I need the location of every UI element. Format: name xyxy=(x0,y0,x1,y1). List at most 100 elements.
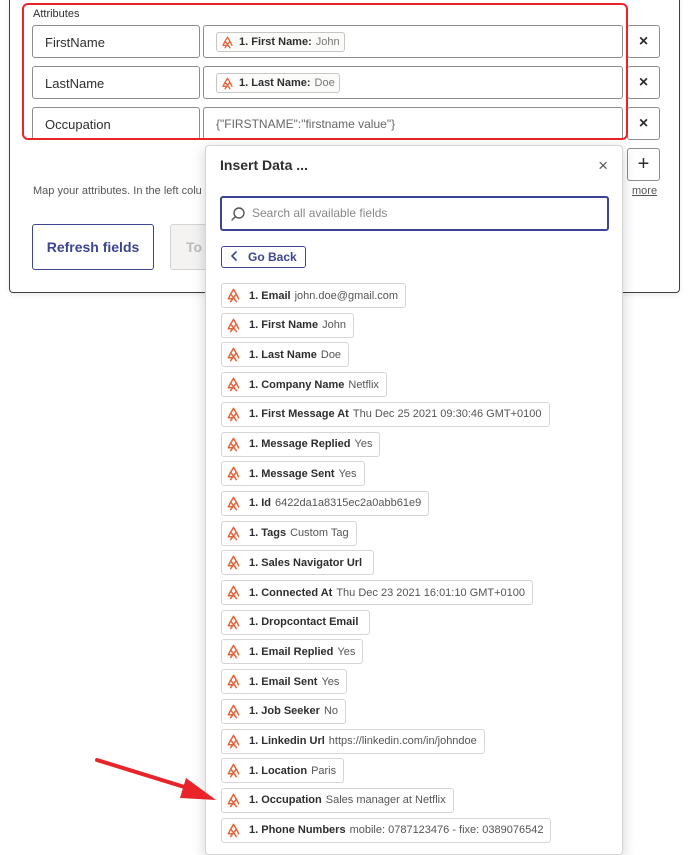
help-text: Map your attributes. In the left colu xyxy=(33,185,202,197)
field-name: 1. Occupation xyxy=(249,794,322,807)
more-link[interactable]: more xyxy=(632,185,657,197)
attribute-key-field[interactable]: FirstName xyxy=(32,25,200,58)
field-list-item[interactable]: 1. Job Seeker No xyxy=(221,698,346,724)
zapier-step-icon xyxy=(226,466,241,481)
field-list-item[interactable]: 1. Email john.doe@gmail.com xyxy=(221,283,407,308)
field-list-item[interactable]: 1. Last Name Doe xyxy=(221,342,350,368)
field-name: 1. Location xyxy=(249,764,308,777)
field-list-item[interactable]: 1. Message Replied Yes xyxy=(221,431,381,457)
search-input[interactable]: Search all available fields xyxy=(220,196,609,231)
go-back-label: Go Back xyxy=(248,250,297,264)
field-name: 1. Linkedin Url xyxy=(249,735,325,747)
pill-value: Doe xyxy=(314,77,335,89)
zapier-step-icon xyxy=(226,407,241,422)
field-list-item[interactable]: 1. Tags Custom Tag xyxy=(221,520,357,546)
attribute-value-text: {"FIRSTNAME":"firstname value"} xyxy=(216,117,396,131)
zapier-step-icon xyxy=(226,644,241,659)
remove-row-button[interactable]: × xyxy=(627,66,660,99)
go-back-button[interactable]: Go Back xyxy=(221,246,306,268)
field-list-item[interactable]: 1. Dropcontact Email xyxy=(221,609,371,635)
zapier-step-icon xyxy=(226,347,241,362)
pill-value: John xyxy=(315,36,340,48)
zapier-step-icon xyxy=(226,585,241,600)
field-name: 1. Id xyxy=(249,497,272,510)
attribute-key-field[interactable]: LastName xyxy=(32,66,200,99)
zapier-step-icon xyxy=(226,496,241,511)
field-name: 1. Company Name xyxy=(249,378,345,391)
zapier-step-icon xyxy=(226,734,241,749)
field-list-item[interactable]: 1. Email Sent Yes xyxy=(221,669,348,695)
field-name: 1. Message Replied xyxy=(249,438,351,450)
zapier-step-icon xyxy=(226,615,241,630)
field-value: Yes xyxy=(338,467,357,480)
field-value: Yes xyxy=(321,675,340,688)
attribute-value-field[interactable]: {"FIRSTNAME":"firstname value"} xyxy=(203,107,623,140)
field-name: 1. Email xyxy=(249,289,291,302)
refresh-fields-button[interactable]: Refresh fields xyxy=(32,224,154,270)
field-list-item[interactable]: 1. Id 6422da1a8315ec2a0abb61e9 xyxy=(221,490,430,516)
attribute-key-field[interactable]: Occupation xyxy=(32,107,200,140)
data-pill[interactable]: 1. First Name: John xyxy=(216,32,345,52)
field-value: https://linkedin.com/in/johndoe xyxy=(328,735,477,747)
field-list-item[interactable]: 1. Company Name Netflix xyxy=(221,372,387,398)
field-name: 1. Phone Numbers xyxy=(249,824,346,837)
field-name: 1. Message Sent xyxy=(249,467,335,480)
field-value: Sales manager at Netflix xyxy=(325,794,446,807)
field-list-item[interactable]: 1. Connected At Thu Dec 23 2021 16:01:10 … xyxy=(221,580,533,605)
pill-key: 1. First Name: xyxy=(239,36,312,48)
field-list-item[interactable]: 1. Phone Numbers mobile: 0787123476 - fix… xyxy=(221,817,552,843)
zapier-step-icon xyxy=(226,555,241,570)
add-row-button[interactable]: + xyxy=(627,148,660,181)
zapier-step-icon xyxy=(226,674,241,689)
field-list-item[interactable]: 1. Linkedin Url https://linkedin.com/in/j… xyxy=(221,728,485,754)
popup-title: Insert Data ... xyxy=(220,157,308,173)
field-name: 1. Connected At xyxy=(249,586,333,599)
field-value: 6422da1a8315ec2a0abb61e9 xyxy=(275,497,422,510)
field-name: 1. Email Replied xyxy=(249,645,334,658)
attribute-value-field[interactable]: 1. Last Name: Doe xyxy=(203,66,623,99)
zapier-step-icon xyxy=(221,36,234,49)
field-name: 1. Last Name xyxy=(249,348,317,361)
zapier-step-icon xyxy=(226,763,241,778)
field-name: 1. Email Sent xyxy=(249,675,318,688)
attribute-value-field[interactable]: 1. First Name: John xyxy=(203,25,623,58)
zapier-step-icon xyxy=(226,526,241,541)
remove-row-button[interactable]: × xyxy=(627,107,660,140)
field-name: 1. First Message At xyxy=(249,408,349,421)
remove-row-button[interactable]: × xyxy=(627,25,660,58)
field-list-item[interactable]: 1. Location Paris xyxy=(221,758,345,784)
field-list-item[interactable]: 1. Sales Navigator Url xyxy=(221,550,375,576)
data-pill[interactable]: 1. Last Name: Doe xyxy=(216,73,340,93)
field-value: Custom Tag xyxy=(290,527,349,540)
zapier-step-icon xyxy=(226,437,241,452)
field-value: john.doe@gmail.com xyxy=(294,289,399,302)
attributes-section-label: Attributes xyxy=(33,8,80,20)
insert-data-popup: Insert Data ... × Search all available f… xyxy=(205,145,623,855)
close-icon[interactable]: × xyxy=(598,156,608,176)
field-list-item[interactable]: 1. Email Replied Yes xyxy=(221,639,364,665)
pill-key: 1. Last Name: xyxy=(239,77,311,89)
field-value: Yes xyxy=(354,438,373,450)
zapier-step-icon xyxy=(226,288,241,303)
field-list-item[interactable]: 1. Occupation Sales manager at Netflix xyxy=(221,787,454,813)
zapier-step-icon xyxy=(226,318,241,333)
field-value: Doe xyxy=(320,348,342,361)
field-value: mobile: 0787123476 - fixe: 0389076542 xyxy=(349,824,544,837)
search-icon xyxy=(231,207,245,221)
field-name: 1. Tags xyxy=(249,527,287,540)
field-value: No xyxy=(323,705,338,718)
field-value: Paris xyxy=(311,764,337,777)
field-name: 1. First Name xyxy=(249,319,319,332)
field-value: Thu Dec 23 2021 16:01:10 GMT+0100 xyxy=(336,586,525,599)
zapier-step-icon xyxy=(226,823,241,838)
field-value: Netflix xyxy=(348,378,379,391)
field-name: 1. Dropcontact Email xyxy=(249,616,359,629)
field-list-item[interactable]: 1. First Name John xyxy=(221,312,354,338)
zapier-step-icon xyxy=(226,793,241,808)
field-list-item[interactable]: 1. Message Sent Yes xyxy=(221,461,365,487)
field-value: Thu Dec 25 2021 09:30:46 GMT+0100 xyxy=(352,408,542,421)
field-list-item[interactable]: 1. First Message At Thu Dec 25 2021 09:30… xyxy=(221,401,550,427)
field-name: 1. Sales Navigator Url xyxy=(249,556,363,569)
zapier-step-icon xyxy=(221,77,234,90)
zapier-step-icon xyxy=(226,377,241,392)
